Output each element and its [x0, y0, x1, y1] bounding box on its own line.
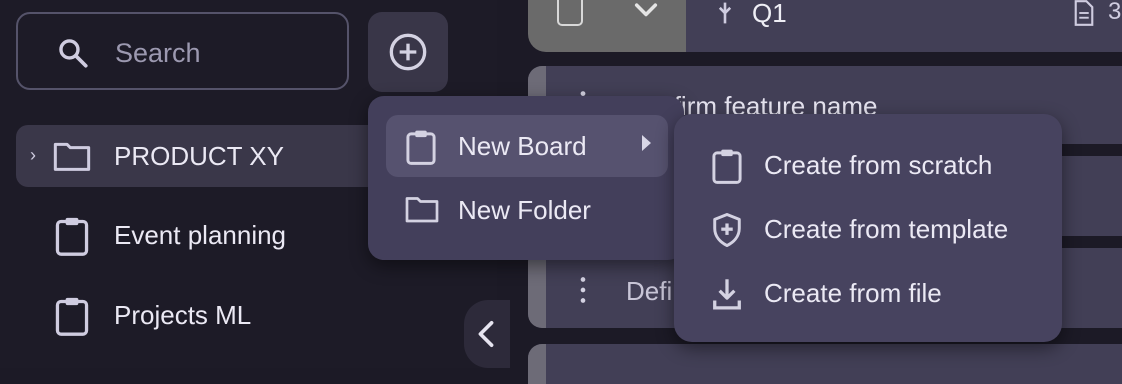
add-button[interactable]: [368, 12, 448, 92]
shield-plus-icon: [713, 212, 741, 248]
sidebar-item-product-xy[interactable]: › PRODUCT XY: [16, 125, 416, 187]
search-placeholder: Search: [115, 38, 201, 68]
document-icon: [1074, 0, 1094, 26]
sidebar-item-label: PRODUCT XY: [114, 141, 284, 171]
clipboard-icon: [55, 297, 89, 336]
sidebar-item-label: Projects ML: [114, 300, 252, 330]
menu-item-label: Create from scratch: [764, 150, 993, 180]
group-header-select: [528, 0, 686, 52]
more-vertical-icon[interactable]: [576, 276, 590, 304]
group-title[interactable]: Q1: [752, 0, 787, 29]
download-icon: [713, 279, 741, 310]
menu-item-label: New Folder: [458, 195, 591, 225]
search-box[interactable]: Search: [16, 12, 349, 90]
sidebar-item-label: Event planning: [114, 220, 287, 250]
folder-icon: [53, 142, 91, 171]
task-title[interactable]: Defi: [626, 276, 672, 307]
task-card-stripe: [528, 248, 546, 328]
menu-item-label: New Board: [458, 131, 587, 161]
folder-icon: [405, 197, 439, 223]
new-item-menu: New Board New Folder: [368, 96, 684, 260]
menu-item-create-from-scratch[interactable]: Create from scratch: [674, 132, 1062, 196]
menu-item-label: Create from file: [764, 278, 942, 308]
collapse-sidebar-button[interactable]: [464, 300, 510, 368]
menu-item-new-folder[interactable]: New Folder: [386, 179, 668, 241]
sidebar-item-projects-ml[interactable]: Projects ML: [16, 284, 416, 346]
add-circle-icon: [389, 33, 427, 71]
chevron-left-icon: [478, 320, 494, 348]
submenu-arrow-icon: [642, 135, 651, 151]
menu-item-label: Create from template: [764, 214, 1009, 244]
new-board-submenu: Create from scratch Create from template…: [674, 114, 1062, 342]
drag-handle-icon[interactable]: [716, 0, 734, 26]
menu-item-create-from-file[interactable]: Create from file: [674, 260, 1062, 324]
select-all-checkbox[interactable]: [557, 0, 583, 26]
clipboard-icon: [406, 130, 436, 165]
menu-item-create-from-template[interactable]: Create from template: [674, 196, 1062, 260]
clipboard-icon: [712, 149, 742, 184]
chevron-down-icon[interactable]: [632, 0, 660, 22]
search-icon: [59, 39, 88, 68]
task-card-stripe: [528, 344, 546, 384]
item-count: 3: [1108, 0, 1122, 25]
task-card[interactable]: [528, 344, 1122, 384]
clipboard-icon: [55, 217, 89, 256]
sidebar-item-event-planning[interactable]: Event planning: [16, 204, 416, 266]
chevron-right-icon[interactable]: ›: [30, 145, 36, 166]
menu-item-new-board[interactable]: New Board: [386, 115, 668, 177]
